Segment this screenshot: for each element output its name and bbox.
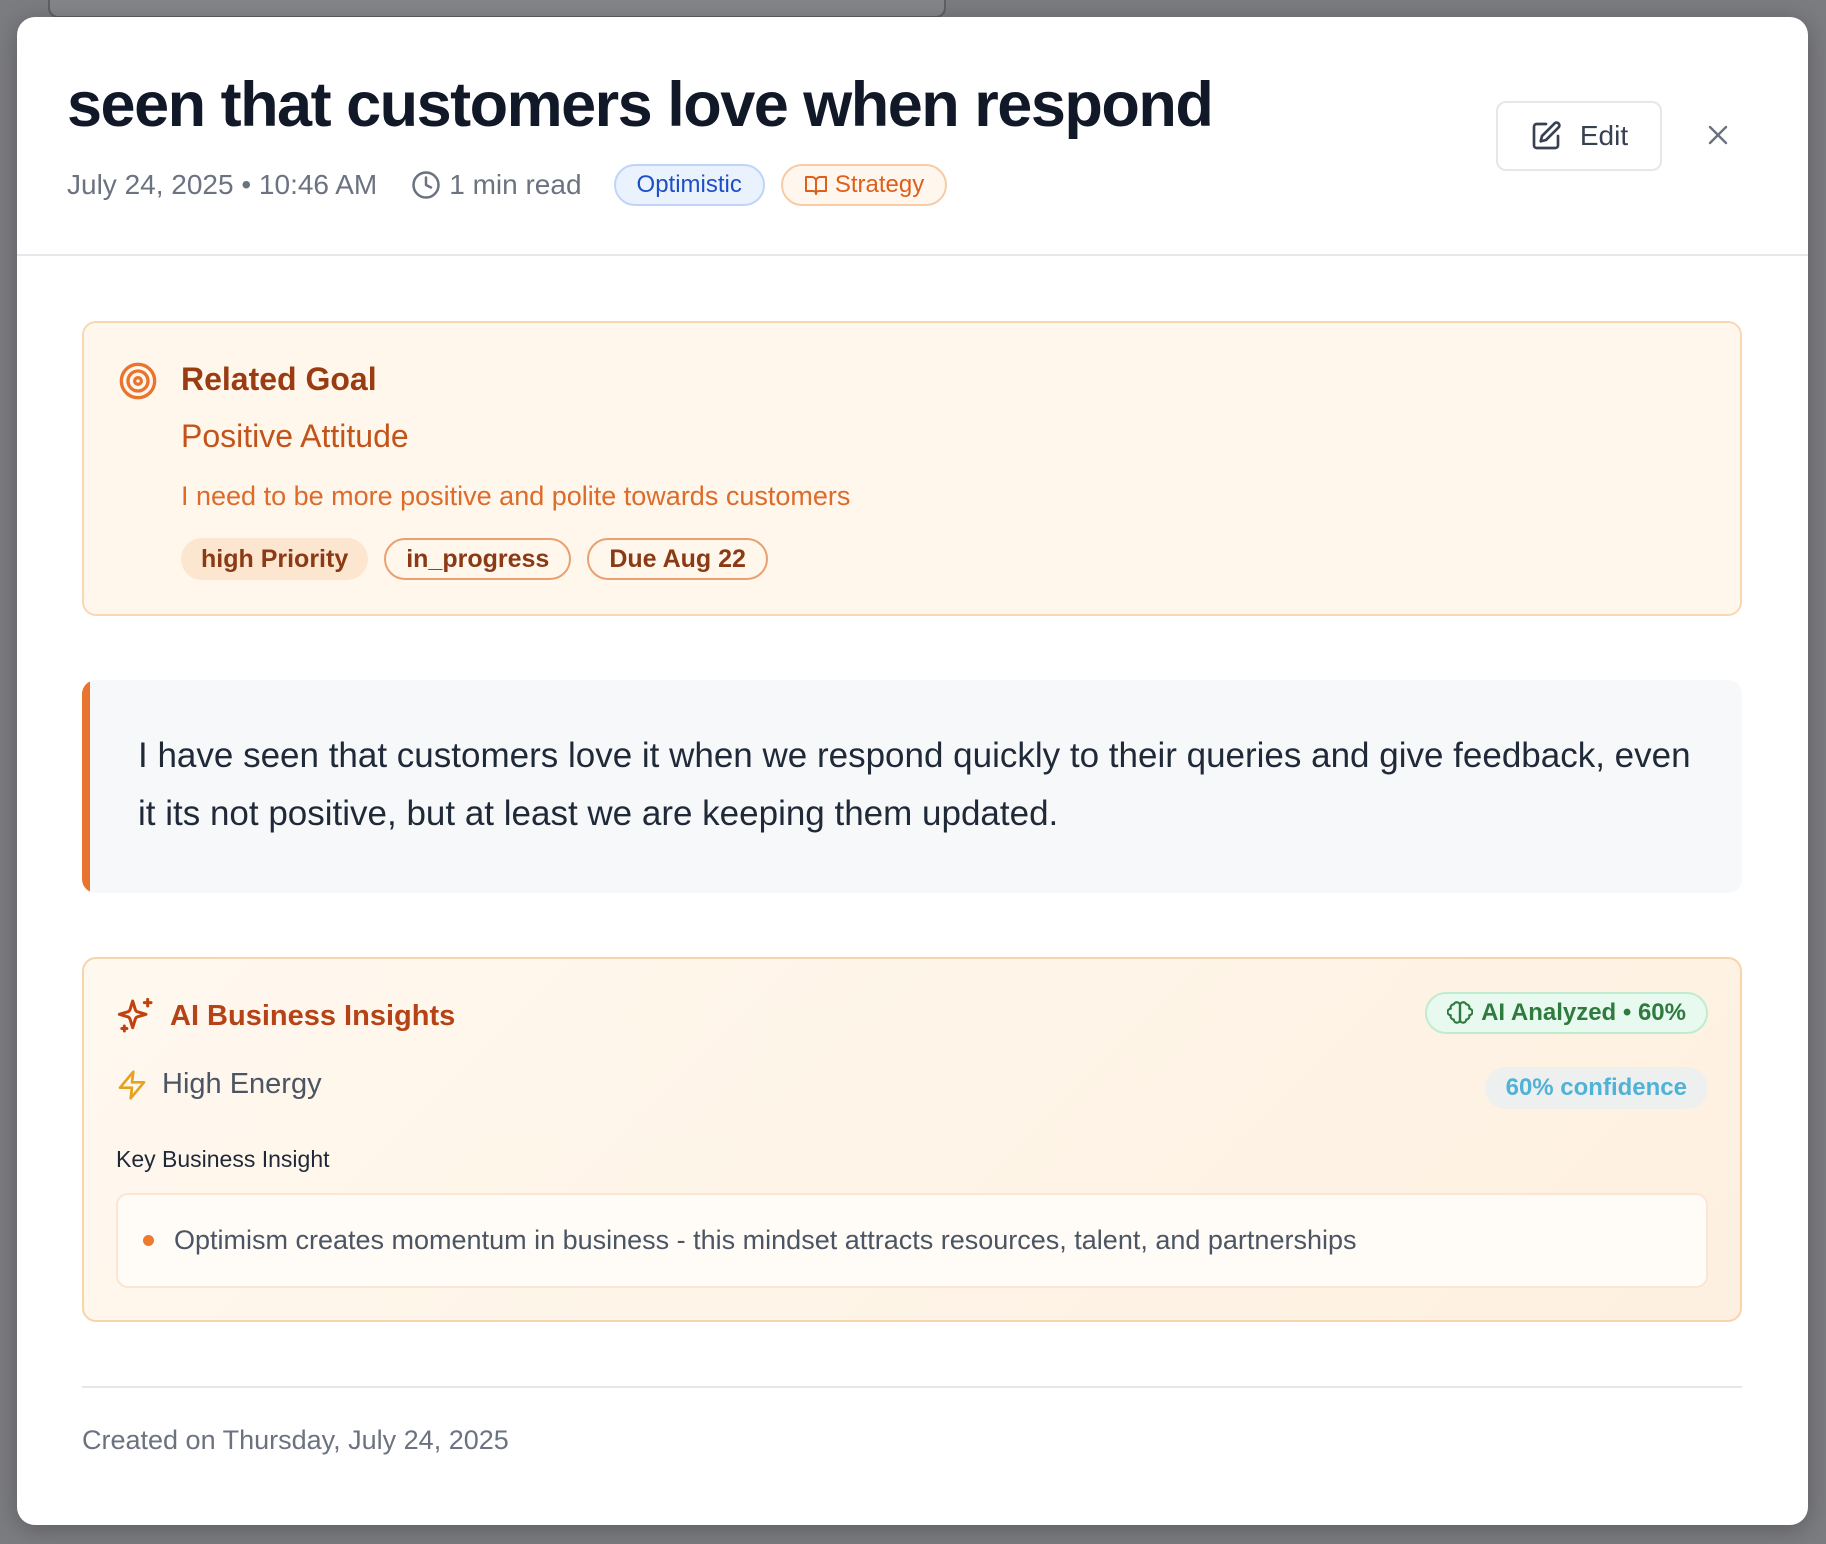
close-button[interactable] xyxy=(1702,119,1734,151)
related-goal-heading: Related Goal xyxy=(181,361,377,397)
bullet-dot xyxy=(143,1235,154,1246)
goal-name: Positive Attitude xyxy=(181,418,409,454)
energy-label: High Energy xyxy=(162,1068,322,1100)
modal-header: seen that customers love when respond Ju… xyxy=(17,17,1808,256)
category-badge: Strategy xyxy=(780,164,948,206)
priority-badge: high Priority xyxy=(181,538,369,580)
goal-tags: high Priority in_progress Due Aug 22 xyxy=(181,538,768,580)
ai-insights-card: AI Business Insights AI Analyzed • 60% H… xyxy=(82,957,1742,1322)
sparkles-icon xyxy=(117,997,153,1033)
book-icon xyxy=(804,176,827,195)
confidence-badge: 60% confidence xyxy=(1484,1067,1708,1109)
close-icon xyxy=(1708,125,1728,145)
entry-body-text: I have seen that customers love it when … xyxy=(138,736,1691,833)
ai-insights-title: AI Business Insights xyxy=(170,999,456,1032)
pencil-square-icon xyxy=(1532,121,1561,150)
journal-entry-modal: seen that customers love when respond Ju… xyxy=(17,17,1808,1525)
goal-description: I need to be more positive and polite to… xyxy=(181,481,851,511)
entry-body: I have seen that customers love it when … xyxy=(82,680,1742,893)
insight-list-item: Optimism creates momentum in business - … xyxy=(116,1193,1708,1288)
ai-insights-header: AI Business Insights xyxy=(116,996,455,1036)
modal-content: Related Goal Positive Attitude I need to… xyxy=(82,321,1742,1456)
footer-divider xyxy=(82,1386,1742,1388)
category-label: Strategy xyxy=(834,171,925,198)
quote-accent-bar xyxy=(82,680,90,893)
energy-level: High Energy xyxy=(116,1068,322,1101)
due-date-badge: Due Aug 22 xyxy=(587,538,768,580)
insight-text: Optimism creates momentum in business - … xyxy=(174,1225,1357,1255)
read-time: 1 min read xyxy=(411,169,582,201)
edit-button[interactable]: Edit xyxy=(1496,101,1662,171)
lightning-icon xyxy=(118,1069,146,1100)
status-badge: in_progress xyxy=(384,538,572,580)
ai-analyzed-label: AI Analyzed • 60% xyxy=(1481,999,1686,1026)
entry-date: July 24, 2025 • 10:46 AM xyxy=(67,169,378,200)
related-goal-card: Related Goal Positive Attitude I need to… xyxy=(82,321,1742,616)
mood-badge: Optimistic xyxy=(613,164,765,206)
entry-meta: July 24, 2025 • 10:46 AM 1 min read Opti… xyxy=(67,162,948,208)
clock-icon xyxy=(412,171,440,199)
read-time-label: 1 min read xyxy=(449,169,582,200)
brain-icon xyxy=(1447,1001,1474,1024)
ai-analyzed-badge: AI Analyzed • 60% xyxy=(1425,992,1708,1034)
created-date: Created on Thursday, July 24, 2025 xyxy=(82,1425,509,1455)
key-insight-label: Key Business Insight xyxy=(116,1146,330,1172)
entry-title: seen that customers love when respond xyxy=(67,70,1214,140)
background-window-tab xyxy=(48,0,946,18)
target-icon xyxy=(119,362,157,400)
edit-button-label: Edit xyxy=(1579,120,1629,151)
